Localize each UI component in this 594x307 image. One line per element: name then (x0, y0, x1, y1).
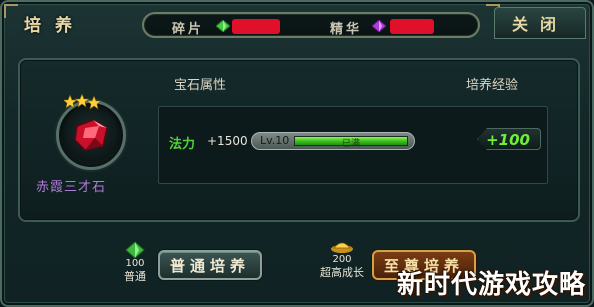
close-button[interactable]: 关闭 (494, 7, 586, 39)
exp-gain-bubble: +100 (477, 128, 541, 150)
green-crystal-icon (125, 242, 145, 258)
gem-panel: 宝石属性 培养经验 赤霞三才石 法力 +1500 Lv.10 已满 +100 (18, 58, 580, 222)
purple-crystal-icon (372, 20, 386, 32)
gem-name: 赤霞三才石 (36, 180, 107, 195)
gem-attr-header: 宝石属性 (174, 78, 227, 93)
level-label: Lv.10 (260, 134, 290, 147)
corner-ornament-icon (4, 4, 18, 18)
progress-status: 已满 (341, 139, 360, 149)
normal-cost-value: 100 (125, 258, 145, 269)
stat-row: 法力 +1500 Lv.10 已满 +100 (158, 106, 548, 184)
window-title: 培养 (24, 15, 86, 36)
supreme-cost-value: 200 (332, 254, 352, 265)
normal-cost: 100 普通 (120, 242, 150, 284)
gem-slot[interactable] (56, 94, 126, 170)
fragment-label: 碎片 (172, 22, 205, 37)
gold-ingot-icon (331, 242, 353, 253)
red-gem-icon (74, 119, 108, 151)
green-crystal-icon (216, 20, 230, 32)
normal-cost-label: 普通 (124, 270, 146, 283)
supreme-cost-label: 超高成长 (320, 266, 364, 279)
normal-cultivate-button[interactable]: 普通培养 (158, 250, 262, 280)
essence-value (390, 19, 434, 34)
exp-header: 培养经验 (466, 78, 519, 93)
fragment-value (232, 19, 280, 34)
watermark-text: 新时代游戏攻略 (396, 270, 586, 300)
exp-gain-value: +100 (486, 131, 530, 149)
star-rating-icon (64, 94, 102, 110)
stat-name: 法力 (169, 137, 196, 152)
supreme-cost: 200 超高成长 (316, 238, 368, 280)
currency-bar: 碎片 精华 (142, 12, 480, 38)
level-bar: Lv.10 已满 (251, 132, 415, 150)
essence-label: 精华 (330, 22, 363, 37)
stat-value: +1500 (207, 134, 248, 148)
progress-track: 已满 (294, 136, 408, 149)
cultivate-window: 培养 碎片 精华 关闭 宝石属性 培养经验 赤霞三才石 法力 +1500 Lv.… (0, 0, 594, 307)
